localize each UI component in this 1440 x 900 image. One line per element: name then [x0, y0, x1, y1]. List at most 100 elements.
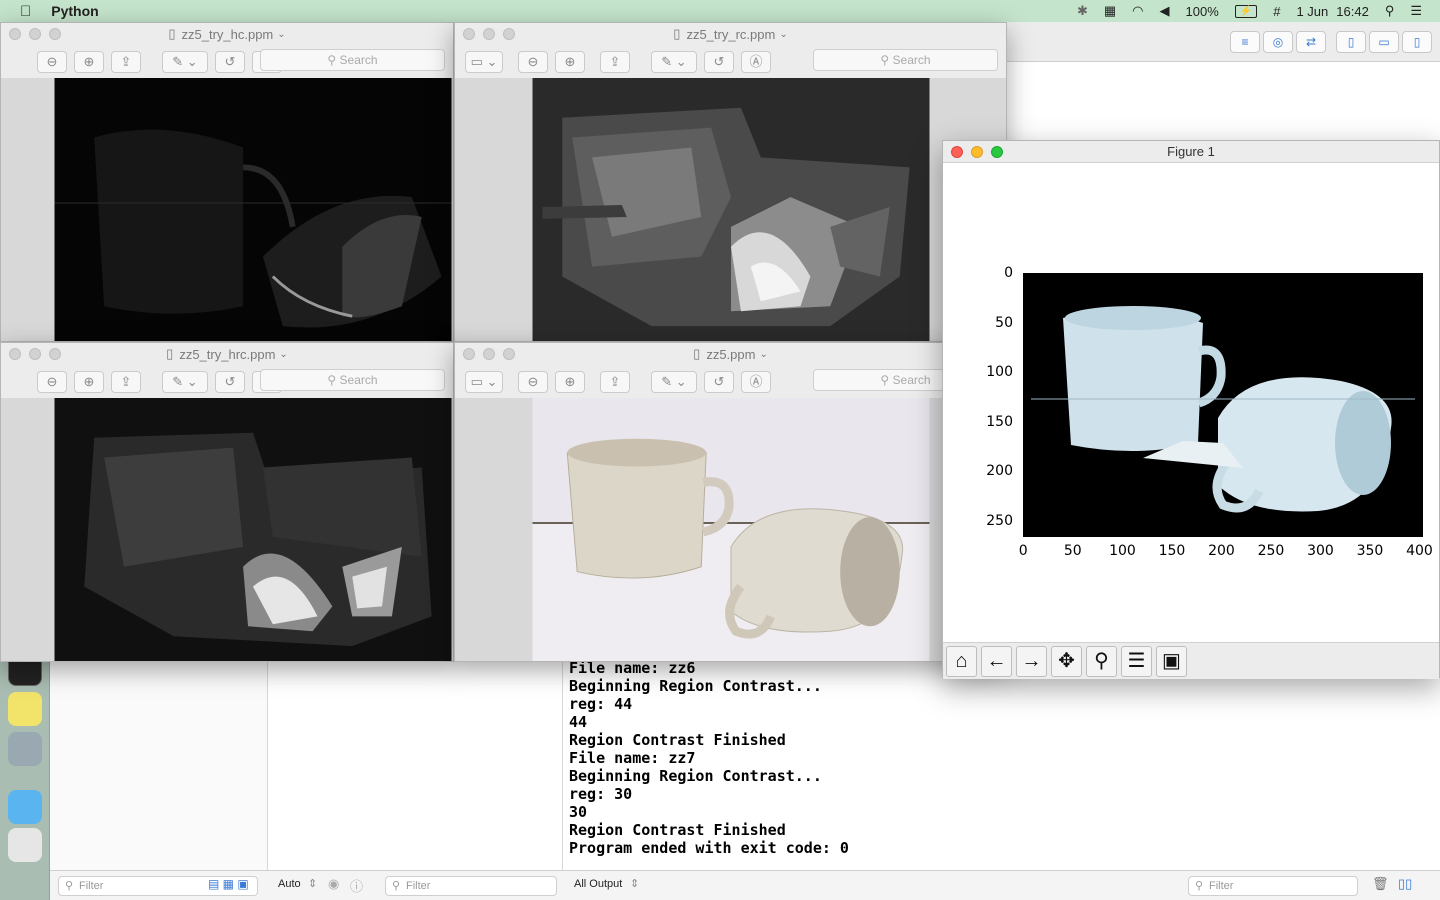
wifi-icon[interactable]: ◠ — [1132, 3, 1143, 19]
zoom-button[interactable] — [49, 348, 61, 360]
minimize-button[interactable] — [29, 28, 41, 40]
debug-area-toggle-button[interactable]: ▭ — [1369, 31, 1399, 53]
image-canvas[interactable] — [1, 78, 453, 341]
zoom-icon[interactable]: ⚲ — [1086, 645, 1117, 677]
all-output-selector[interactable]: All Output — [574, 878, 622, 890]
zoom-button[interactable] — [503, 28, 515, 40]
volume-icon[interactable]: ◀ — [1160, 3, 1170, 19]
image-canvas[interactable] — [455, 398, 1006, 661]
zoom-button[interactable] — [991, 146, 1003, 158]
split-view-icon[interactable]: ▯▯ — [1398, 876, 1412, 892]
keyboard-input-icon[interactable]: # — [1273, 4, 1280, 19]
annotate-button[interactable]: Ⓐ — [741, 50, 771, 73]
share-button[interactable]: ⇪ — [600, 370, 630, 393]
close-button[interactable] — [9, 348, 21, 360]
figure-image-axes[interactable] — [1023, 273, 1423, 537]
app-menu-name[interactable]: Python — [51, 3, 98, 19]
close-button[interactable] — [951, 146, 963, 158]
annotate-button[interactable]: Ⓐ — [741, 370, 771, 393]
document-icon: ▯ — [166, 346, 174, 361]
stickies-icon[interactable] — [8, 692, 42, 726]
apple-menu-icon[interactable]:  — [20, 3, 31, 20]
markup-button[interactable]: ✎ ⌄ — [162, 50, 208, 73]
configure-subplots-icon[interactable]: ☰ — [1121, 645, 1152, 677]
title-chevron-icon[interactable]: ⌄ — [279, 349, 287, 360]
zoom-in-button[interactable]: ⊕ — [555, 50, 585, 73]
search-input[interactable]: ⚲ Search — [813, 49, 998, 71]
x-tick-label: 0 — [1018, 543, 1028, 559]
share-button[interactable]: ⇪ — [600, 50, 630, 73]
all-output-chevron-icon[interactable]: ⇕ — [630, 877, 639, 890]
markup-button[interactable]: ✎ ⌄ — [651, 370, 697, 393]
minimize-button[interactable] — [483, 348, 495, 360]
window-controls[interactable] — [9, 348, 61, 360]
zoom-in-button[interactable]: ⊕ — [555, 370, 585, 393]
info-icon[interactable]: ⓘ — [350, 876, 363, 895]
zoom-out-button[interactable]: ⊖ — [518, 50, 548, 73]
window-controls[interactable] — [463, 28, 515, 40]
title-chevron-icon[interactable]: ⌄ — [277, 29, 285, 40]
close-button[interactable] — [463, 28, 475, 40]
markup-button[interactable]: ✎ ⌄ — [651, 50, 697, 73]
rotate-button[interactable]: ↺ — [704, 370, 734, 393]
battery-icon[interactable]: ⚡ — [1234, 4, 1258, 18]
minimize-button[interactable] — [29, 348, 41, 360]
search-input[interactable]: ⚲ Search — [260, 369, 445, 391]
variables-filter-input[interactable]: Filter — [385, 876, 557, 896]
zoom-out-button[interactable]: ⊖ — [37, 370, 67, 393]
recent-files-icon[interactable]: ▤ ▦ ▣ — [208, 877, 249, 891]
standard-editor-button[interactable]: ≡ — [1230, 31, 1260, 53]
notification-center-icon[interactable]: ☰ — [1410, 3, 1422, 19]
launchpad-icon[interactable] — [8, 732, 42, 766]
zoom-out-button[interactable]: ⊖ — [37, 50, 67, 73]
zoom-in-button[interactable]: ⊕ — [74, 370, 104, 393]
home-icon[interactable]: ⌂ — [946, 645, 977, 677]
spotlight-search-icon[interactable]: ⚲ — [1385, 3, 1395, 19]
console-output[interactable]: Region Contrast FinishedFile name: zz6Be… — [563, 647, 1440, 872]
markup-button[interactable]: ✎ ⌄ — [162, 370, 208, 393]
save-icon[interactable]: ▣ — [1156, 645, 1187, 677]
menu-date[interactable]: 1 Jun — [1296, 4, 1328, 19]
rotate-button[interactable]: ↺ — [215, 370, 245, 393]
rotate-button[interactable]: ↺ — [704, 50, 734, 73]
trash-bin-icon[interactable] — [8, 828, 42, 862]
image-canvas[interactable] — [1, 398, 453, 661]
battery-percent[interactable]: 100% — [1186, 4, 1219, 19]
zoom-button[interactable] — [503, 348, 515, 360]
console-filter-input[interactable]: Filter — [1188, 876, 1358, 896]
eye-icon[interactable]: ◉ — [328, 876, 339, 892]
assistant-editor-button[interactable]: ◎ — [1263, 31, 1293, 53]
zoom-in-button[interactable]: ⊕ — [74, 50, 104, 73]
navigator-toggle-button[interactable]: ▯ — [1336, 31, 1366, 53]
sidebar-toggle-button[interactable]: ▭ ⌄ — [465, 370, 503, 393]
zoom-out-button[interactable]: ⊖ — [518, 370, 548, 393]
downloads-folder-icon[interactable] — [8, 790, 42, 824]
minimize-button[interactable] — [483, 28, 495, 40]
trash-icon[interactable]: 🗑 — [1372, 876, 1389, 892]
search-input[interactable]: ⚲ Search — [260, 49, 445, 71]
share-button[interactable]: ⇪ — [111, 370, 141, 393]
utilities-toggle-button[interactable]: ▯ — [1402, 31, 1432, 53]
menu-time[interactable]: 16:42 — [1336, 4, 1369, 19]
back-arrow-icon[interactable]: ← — [981, 645, 1012, 677]
bluetooth-icon[interactable]: ✱ — [1077, 3, 1088, 19]
image-canvas[interactable] — [455, 78, 1006, 341]
close-button[interactable] — [463, 348, 475, 360]
auto-selector-chevron-icon[interactable]: ⇕ — [308, 877, 317, 890]
forward-arrow-icon[interactable]: → — [1016, 645, 1047, 677]
window-controls[interactable] — [951, 146, 1003, 158]
close-button[interactable] — [9, 28, 21, 40]
auto-selector[interactable]: Auto — [278, 878, 301, 890]
version-editor-button[interactable]: ⇄ — [1296, 31, 1326, 53]
zoom-button[interactable] — [49, 28, 61, 40]
window-controls[interactable] — [9, 28, 61, 40]
title-chevron-icon[interactable]: ⌄ — [759, 349, 767, 360]
pan-icon[interactable]: ✥ — [1051, 645, 1082, 677]
share-button[interactable]: ⇪ — [111, 50, 141, 73]
window-controls[interactable] — [463, 348, 515, 360]
minimize-button[interactable] — [971, 146, 983, 158]
title-chevron-icon[interactable]: ⌄ — [779, 29, 787, 40]
memory-icon[interactable]: ▦ — [1104, 3, 1116, 19]
rotate-button[interactable]: ↺ — [215, 50, 245, 73]
sidebar-toggle-button[interactable]: ▭ ⌄ — [465, 50, 503, 73]
